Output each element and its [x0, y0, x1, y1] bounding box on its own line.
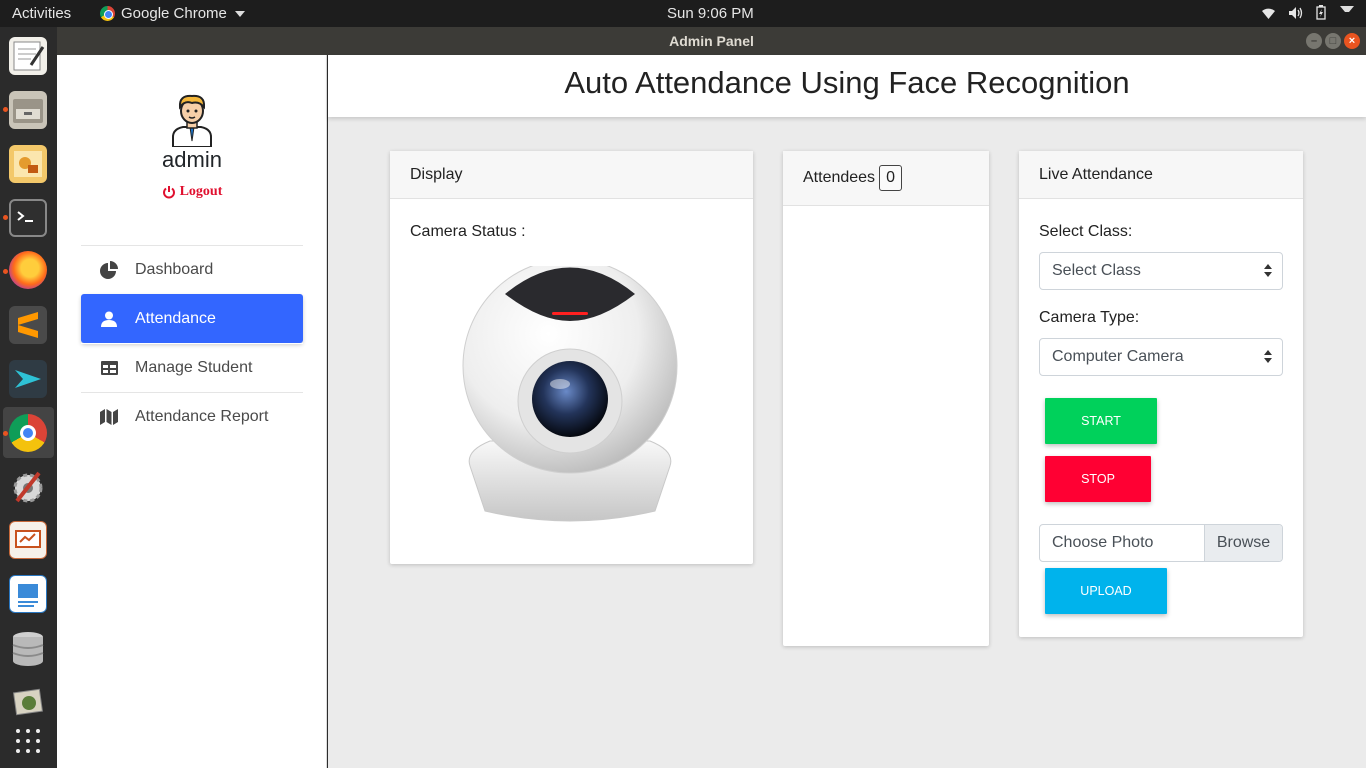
minimize-button[interactable]: – — [1306, 33, 1322, 49]
image-viewer-icon[interactable] — [9, 145, 47, 183]
select-class-value: Select Class — [1052, 262, 1141, 279]
camera-type-value: Computer Camera — [1052, 348, 1184, 365]
upload-button[interactable]: UPLOAD — [1045, 568, 1167, 614]
text-editor-icon[interactable] — [9, 37, 47, 75]
start-button[interactable]: START — [1045, 398, 1157, 444]
select-class-label: Select Class: — [1039, 223, 1133, 240]
database-icon[interactable] — [9, 629, 47, 667]
camera-type-dropdown[interactable]: Computer Camera — [1039, 338, 1283, 376]
remote-desktop-icon[interactable] — [9, 360, 47, 398]
power-icon — [162, 186, 175, 199]
show-applications-icon[interactable] — [16, 729, 40, 753]
logout-label: Logout — [179, 184, 223, 199]
browse-button[interactable]: Browse — [1204, 525, 1282, 561]
attendees-label: Attendees — [803, 169, 876, 186]
chevron-down-icon — [234, 10, 245, 17]
live-attendance-card-header: Live Attendance — [1019, 151, 1303, 199]
activities-button[interactable]: Activities — [12, 5, 71, 22]
select-arrows-icon — [1264, 264, 1272, 278]
sidebar-item-label: Dashboard — [135, 261, 214, 278]
page-header: Auto Attendance Using Face Recognition — [328, 55, 1366, 117]
sidebar-item-label: Manage Student — [135, 359, 253, 376]
battery-icon — [1316, 5, 1326, 20]
user-avatar — [172, 94, 212, 147]
camera-status-label: Camera Status : — [410, 223, 526, 240]
chrome-icon — [100, 6, 115, 21]
system-top-bar: Activities Google Chrome Sun 9:06 PM — [0, 0, 1366, 27]
select-arrows-icon — [1264, 350, 1272, 364]
logout-link[interactable]: Logout — [57, 184, 327, 200]
webcam-icon — [462, 266, 678, 522]
pie-chart-icon — [99, 260, 119, 280]
display-card-header: Display — [390, 151, 753, 199]
terminal-icon[interactable] — [9, 199, 47, 237]
display-card: Display Camera Status : — [390, 151, 753, 564]
file-cabinet-icon[interactable] — [9, 91, 47, 129]
window-title: Admin Panel — [669, 33, 754, 49]
username: admin — [162, 147, 222, 172]
map-icon — [99, 407, 119, 427]
clock[interactable]: Sun 9:06 PM — [667, 5, 754, 22]
sublime-text-icon[interactable] — [9, 306, 47, 344]
attendees-card-header: Attendees 0 — [783, 151, 989, 206]
document-icon[interactable] — [9, 575, 47, 613]
window-title-bar: Admin Panel – □ × — [57, 27, 1366, 55]
app-menu[interactable]: Google Chrome — [100, 5, 245, 22]
choose-photo-label: Choose Photo — [1052, 534, 1154, 551]
live-attendance-card: Live Attendance Select Class: Select Cla… — [1019, 151, 1303, 637]
photos-icon[interactable] — [9, 683, 47, 721]
maximize-button[interactable]: □ — [1325, 33, 1341, 49]
attendees-count-badge: 0 — [879, 165, 902, 191]
sidebar-item-manage-student[interactable]: Manage Student — [81, 343, 303, 392]
sidebar: admin Logout Dashboard Attendance Manage… — [57, 55, 327, 768]
chevron-down-icon — [1340, 5, 1354, 20]
user-icon — [99, 309, 119, 329]
presentation-icon[interactable] — [9, 521, 47, 559]
main-content: Auto Attendance Using Face Recognition D… — [328, 55, 1366, 768]
page-title: Auto Attendance Using Face Recognition — [564, 65, 1130, 100]
table-icon — [99, 358, 119, 378]
select-class-dropdown[interactable]: Select Class — [1039, 252, 1283, 290]
sidebar-nav: Dashboard Attendance Manage Student Atte… — [81, 245, 303, 441]
volume-icon — [1289, 6, 1303, 19]
sidebar-item-label: Attendance Report — [135, 408, 269, 425]
camera-type-label: Camera Type: — [1039, 309, 1140, 326]
attendees-card: Attendees 0 — [783, 151, 989, 646]
stop-button[interactable]: STOP — [1045, 456, 1151, 502]
sidebar-item-attendance[interactable]: Attendance — [81, 294, 303, 343]
dock — [0, 27, 57, 768]
close-button[interactable]: × — [1344, 33, 1360, 49]
wifi-icon — [1262, 8, 1275, 19]
system-tray[interactable] — [1261, 5, 1354, 20]
photo-file-input[interactable]: Choose Photo Browse — [1039, 524, 1283, 562]
settings-tools-icon[interactable] — [9, 467, 47, 505]
chrome-icon[interactable] — [9, 414, 47, 452]
sidebar-item-label: Attendance — [135, 309, 216, 327]
sidebar-item-dashboard[interactable]: Dashboard — [81, 245, 303, 294]
firefox-icon[interactable] — [9, 251, 47, 289]
sidebar-item-attendance-report[interactable]: Attendance Report — [81, 392, 303, 441]
app-menu-label: Google Chrome — [121, 5, 227, 22]
